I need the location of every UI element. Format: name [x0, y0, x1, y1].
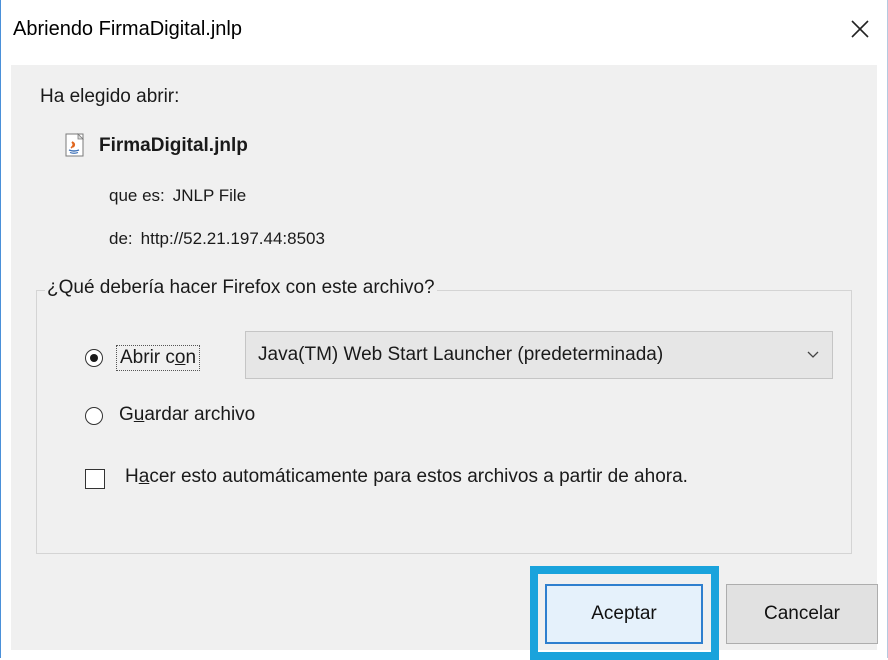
dialog-body: Ha elegido abrir: FirmaDigital.jnlp que …	[11, 65, 878, 660]
chevron-down-icon	[807, 351, 819, 358]
file-open-dialog: Abriendo FirmaDigital.jnlp Ha elegido ab…	[0, 0, 888, 660]
open-with-radio[interactable]	[85, 349, 103, 367]
file-type-label: que es:	[109, 186, 165, 205]
auto-action-label-text: H	[125, 466, 139, 487]
save-file-label-text-end: ardar archivo	[144, 404, 256, 425]
window-title: Abriendo FirmaDigital.jnlp	[13, 18, 242, 40]
auto-action-checkbox[interactable]	[85, 469, 105, 489]
action-group-legend: ¿Qué debería hacer Firefox con este arch…	[45, 277, 437, 299]
file-source-label: de:	[109, 229, 133, 248]
file-type-row: que es: JNLP File	[109, 186, 246, 206]
open-with-label-accesskey: o	[174, 347, 186, 368]
file-name: FirmaDigital.jnlp	[99, 135, 248, 156]
accept-button[interactable]: Aceptar	[545, 584, 703, 644]
file-type-value: JNLP File	[172, 186, 247, 205]
application-select-value: Java(TM) Web Start Launcher (predetermin…	[258, 344, 664, 365]
auto-action-label-accesskey: a	[138, 466, 150, 487]
save-file-label[interactable]: Guardar archivo	[119, 404, 255, 426]
title-bar: Abriendo FirmaDigital.jnlp	[1, 0, 887, 64]
open-with-label-text: Abrir c	[120, 347, 175, 368]
close-button[interactable]	[843, 12, 877, 46]
close-icon	[851, 20, 869, 38]
file-source-value: http://52.21.197.44:8503	[140, 229, 325, 248]
action-group: ¿Qué debería hacer Firefox con este arch…	[36, 277, 852, 554]
save-file-label-accesskey: u	[133, 404, 145, 425]
save-file-label-text: G	[119, 404, 134, 425]
file-source-row: de: http://52.21.197.44:8503	[109, 229, 325, 249]
radio-selected-dot	[90, 354, 98, 362]
cancel-button[interactable]: Cancelar	[726, 584, 878, 644]
intro-text: Ha elegido abrir:	[40, 86, 180, 107]
auto-action-label[interactable]: Hacer esto automáticamente para estos ar…	[125, 466, 688, 488]
application-select[interactable]: Java(TM) Web Start Launcher (predetermin…	[245, 331, 833, 379]
save-file-radio[interactable]	[85, 407, 103, 425]
open-with-label[interactable]: Abrir con	[116, 345, 201, 371]
open-with-label-text-end: n	[185, 347, 197, 368]
auto-action-label-text-end: cer esto automáticamente para estos arch…	[149, 466, 688, 487]
java-jnlp-file-icon	[63, 133, 87, 157]
